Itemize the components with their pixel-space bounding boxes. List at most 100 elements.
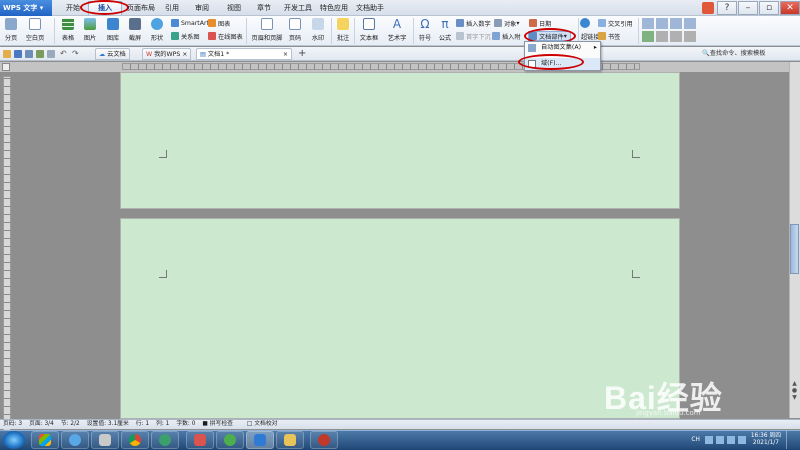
vertical-ruler[interactable] <box>3 76 11 431</box>
relation-chart-button[interactable]: 关系图 <box>171 31 200 41</box>
tab-chapter[interactable]: 章节 <box>252 2 276 14</box>
command-search[interactable]: 🔍查找命令、搜索模板 <box>702 49 800 59</box>
layout-icon[interactable] <box>656 18 668 29</box>
shape-button[interactable]: 形状 <box>147 16 167 46</box>
tool-icon[interactable] <box>656 31 668 42</box>
tool-icon[interactable] <box>684 31 696 42</box>
spell-check-toggle[interactable]: ■ 拼写检查 <box>202 420 240 429</box>
undo-icon[interactable]: ↶ <box>60 50 68 58</box>
show-desktop-button[interactable] <box>786 431 796 449</box>
open-icon[interactable] <box>3 50 11 58</box>
table-button[interactable]: 表格 <box>58 16 78 46</box>
network-tray-icon[interactable] <box>726 436 735 444</box>
textbox-button[interactable]: 文本框 <box>357 16 381 46</box>
taskbar-app-tool[interactable] <box>91 431 119 449</box>
tab-view[interactable]: 视图 <box>222 2 246 14</box>
ribbon-separator <box>413 18 414 44</box>
tab-special[interactable]: 特色应用 <box>318 2 350 14</box>
language-indicator[interactable]: CH <box>691 437 699 443</box>
skin-icon[interactable] <box>702 2 714 14</box>
chart-button[interactable]: 图表 <box>208 18 230 28</box>
blank-page-button[interactable]: 空白页 <box>22 16 48 46</box>
wordart-button[interactable]: A 艺术字 <box>384 16 410 46</box>
tab-assistant[interactable]: 文档助手 <box>354 2 386 14</box>
gallery-button[interactable]: 图库 <box>103 16 123 46</box>
proofread-toggle[interactable]: □ 文档校对 <box>247 420 285 429</box>
page-break-button[interactable]: 分页 <box>2 16 20 46</box>
globe-icon <box>580 18 590 28</box>
browser-icon <box>224 434 236 446</box>
taskbar-app-windows[interactable] <box>31 431 59 449</box>
start-button[interactable] <box>3 431 25 449</box>
smartart-icon <box>171 19 179 27</box>
cross-reference-button[interactable]: 交叉引用 <box>598 18 633 28</box>
maximize-button[interactable]: ▫ <box>759 1 779 15</box>
hyperlink-button[interactable]: 超链接 <box>581 31 600 41</box>
date-button[interactable]: 日期 <box>529 18 551 28</box>
taskbar-app-wps-writer[interactable] <box>246 431 274 449</box>
tab-my-wps[interactable]: W 我的WPS × <box>142 48 192 60</box>
insert-number-button[interactable]: 插入数字 <box>456 18 491 28</box>
online-chart-icon <box>208 32 216 40</box>
layout-icon[interactable] <box>642 18 654 29</box>
preview-icon[interactable] <box>36 50 44 58</box>
search-icon <box>69 434 81 446</box>
tab-page-layout[interactable]: 页面布局 <box>124 2 158 14</box>
scrollbar-thumb[interactable] <box>790 224 799 274</box>
taskbar-app-explorer[interactable] <box>276 431 304 449</box>
volume-icon[interactable] <box>737 436 746 444</box>
bookmark-button[interactable]: 书签 <box>598 31 620 41</box>
object-button[interactable]: 对象 ▾ <box>494 18 519 28</box>
tab-stop-selector[interactable] <box>2 63 10 71</box>
globe-button[interactable] <box>580 18 592 28</box>
drop-cap-button[interactable]: 首字下沉 <box>456 31 491 41</box>
watermark-button[interactable]: 水印 <box>307 16 329 46</box>
close-tab-icon[interactable]: × <box>283 49 288 61</box>
document-page-3[interactable] <box>120 218 680 419</box>
symbol-button[interactable]: Ω 符号 <box>415 16 435 46</box>
tab-developer[interactable]: 开发工具 <box>282 2 314 14</box>
tool-icon[interactable] <box>642 31 654 42</box>
wps-app-menu-button[interactable]: WPS 文字 ▾ <box>0 0 52 16</box>
taskbar-app-search[interactable] <box>61 431 89 449</box>
help-button[interactable]: ? <box>717 1 737 15</box>
format-painter-icon[interactable] <box>47 50 55 58</box>
formula-button[interactable]: π 公式 <box>436 16 454 46</box>
tab-review[interactable]: 审阅 <box>190 2 214 14</box>
tab-document1[interactable]: ▤ 文档1 * × <box>196 48 292 60</box>
picture-button[interactable]: 图片 <box>80 16 100 46</box>
minimize-button[interactable]: – <box>738 1 758 15</box>
clock[interactable]: 16:36 周四 2021/1/7 <box>751 433 781 447</box>
screenshot-button[interactable]: 截屏 <box>125 16 145 46</box>
document-page-2[interactable] <box>120 72 680 209</box>
online-chart-button[interactable]: 在线图表 <box>208 31 243 41</box>
close-button[interactable]: ✕ <box>780 1 800 15</box>
taskbar-app-wps-presentation[interactable] <box>186 431 214 449</box>
new-tab-button[interactable]: + <box>298 48 306 60</box>
tray-icon[interactable] <box>715 436 724 444</box>
taskbar-app-other[interactable] <box>310 431 338 449</box>
tray-icon[interactable] <box>704 436 713 444</box>
layout-icon[interactable] <box>684 18 696 29</box>
ribbon-separator <box>354 18 355 44</box>
page-number-button[interactable]: 页码 <box>285 16 305 46</box>
redo-icon[interactable]: ↷ <box>72 50 80 58</box>
next-page-icon[interactable]: ▼ <box>792 394 797 401</box>
comment-button[interactable]: 批注 <box>334 16 352 46</box>
layout-icon[interactable] <box>670 18 682 29</box>
taskbar-app-browser[interactable] <box>216 431 244 449</box>
save-icon[interactable] <box>14 50 22 58</box>
header-footer-button[interactable]: 页眉和页脚 <box>250 16 284 46</box>
tool-icon[interactable] <box>670 31 682 42</box>
insert-attachment-button[interactable]: 插入附 <box>492 31 521 41</box>
taskbar-app-chrome[interactable] <box>121 431 149 449</box>
prev-page-icon[interactable]: ▲ <box>792 380 797 387</box>
tab-references[interactable]: 引用 <box>160 2 184 14</box>
menu-item-autotext[interactable]: 自动图文集(A) ▸ <box>525 42 600 54</box>
print-icon[interactable] <box>25 50 33 58</box>
attachment-icon <box>492 32 500 40</box>
browse-object-icon[interactable]: ● <box>792 387 797 394</box>
taskbar-app-network[interactable] <box>151 431 179 449</box>
smartart-button[interactable]: SmartArt <box>171 18 209 28</box>
tab-cloud-docs[interactable]: ☁ 云文档 <box>95 48 130 60</box>
